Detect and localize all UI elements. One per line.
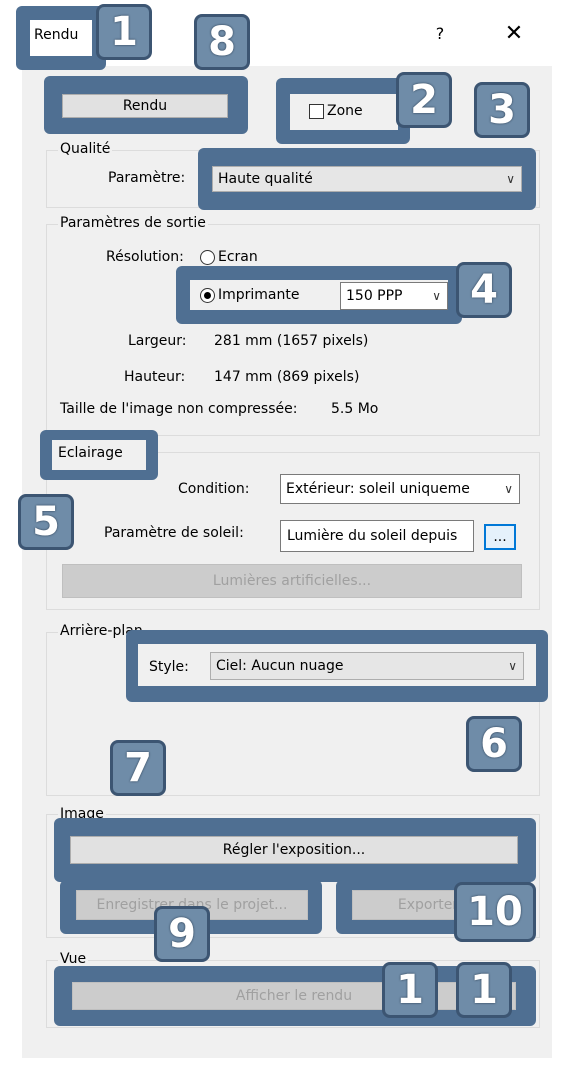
badge-11b: 1	[456, 962, 512, 1018]
chevron-down-icon: ∨	[504, 482, 513, 496]
badge-10: 10	[454, 882, 536, 942]
sun-label: Paramètre de soleil:	[104, 525, 244, 541]
output-group-label: Paramètres de sortie	[58, 215, 208, 231]
style-label: Style:	[149, 659, 189, 675]
chevron-down-icon: ∨	[432, 289, 441, 303]
screen-radio-circle[interactable]	[200, 249, 215, 265]
badge-9: 9	[154, 906, 210, 962]
screen-radio[interactable]: Ecran	[200, 249, 258, 265]
dpi-select-value: 150 PPP	[346, 288, 403, 304]
resolution-label: Résolution:	[106, 249, 184, 265]
close-button[interactable]: ✕	[500, 20, 528, 48]
lighting-group-label: Eclairage	[58, 445, 123, 461]
quality-group-label: Qualité	[58, 141, 113, 157]
chevron-down-icon: ∨	[508, 659, 517, 673]
condition-select[interactable]: Extérieur: soleil uniqueme ∨	[280, 474, 520, 504]
chevron-down-icon: ∨	[506, 172, 515, 186]
sun-settings-button[interactable]: ...	[484, 524, 516, 550]
help-button[interactable]: ?	[428, 22, 452, 46]
window-title-label: Rendu	[34, 27, 79, 43]
sun-field-value: Lumière du soleil depuis	[287, 528, 458, 544]
style-select-value: Ciel: Aucun nuage	[216, 658, 344, 674]
printer-radio-circle[interactable]	[200, 287, 215, 303]
printer-radio-label: Imprimante	[218, 287, 300, 303]
width-label: Largeur:	[128, 333, 187, 349]
quality-select-value: Haute qualité	[218, 171, 313, 187]
render-button[interactable]: Rendu	[62, 94, 228, 118]
badge-3: 3	[474, 82, 530, 138]
printer-radio[interactable]: Imprimante	[200, 287, 300, 303]
badge-1: 1	[96, 4, 152, 60]
badge-11a: 1	[382, 962, 438, 1018]
badge-8: 8	[194, 14, 250, 70]
quality-param-label: Paramètre:	[108, 170, 186, 186]
badge-4: 4	[456, 262, 512, 318]
badge-2: 2	[396, 72, 452, 128]
exposure-button[interactable]: Régler l'exposition...	[70, 836, 518, 864]
zone-checkbox[interactable]: Zone	[309, 103, 363, 119]
sun-field[interactable]: Lumière du soleil depuis	[280, 520, 474, 552]
quality-select[interactable]: Haute qualité ∨	[212, 166, 522, 192]
width-value: 281 mm (1657 pixels)	[214, 333, 369, 349]
badge-5: 5	[18, 494, 74, 550]
screen-radio-label: Ecran	[218, 249, 258, 265]
height-label: Hauteur:	[124, 369, 186, 385]
badge-7: 7	[110, 740, 166, 796]
dpi-select[interactable]: 150 PPP ∨	[340, 282, 448, 310]
zone-label: Zone	[327, 103, 363, 119]
show-render-button[interactable]: Afficher le rendu	[72, 982, 516, 1010]
size-label: Taille de l'image non compressée:	[60, 401, 298, 417]
style-select[interactable]: Ciel: Aucun nuage ∨	[210, 652, 524, 680]
zone-checkbox-box[interactable]	[309, 103, 324, 119]
condition-label: Condition:	[178, 481, 250, 497]
badge-6: 6	[466, 716, 522, 772]
view-group-label: Vue	[58, 951, 89, 967]
condition-select-value: Extérieur: soleil uniqueme	[286, 481, 470, 497]
artificial-lights-button[interactable]: Lumières artificielles...	[62, 564, 522, 598]
size-value: 5.5 Mo	[331, 401, 379, 417]
height-value: 147 mm (869 pixels)	[214, 369, 360, 385]
